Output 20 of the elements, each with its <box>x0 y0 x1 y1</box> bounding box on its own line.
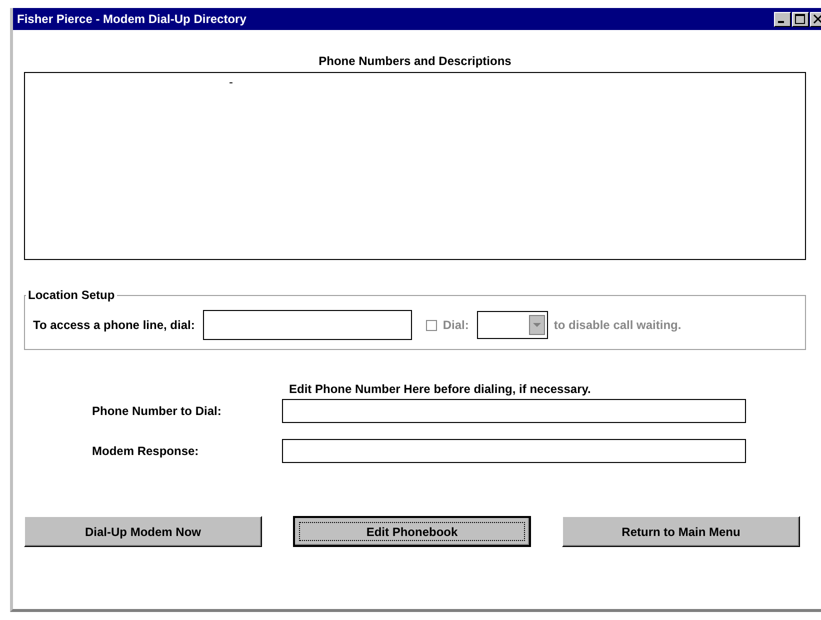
list-item[interactable]: - <box>25 75 805 89</box>
list-heading: Phone Numbers and Descriptions <box>318 54 512 70</box>
push-button[interactable]: Edit Phonebook <box>293 516 531 547</box>
input-field[interactable] <box>282 399 746 423</box>
push-button[interactable]: Return to Main Menu <box>562 516 800 547</box>
push-button[interactable]: Dial-Up Modem Now <box>24 516 262 547</box>
input-field[interactable] <box>282 439 746 463</box>
dial-label: Dial: <box>442 318 469 332</box>
access-label: To access a phone line, dial: <box>33 318 195 332</box>
field-label: Modem Response: <box>92 444 200 458</box>
window-title: Fisher Pierce - Modem Dial-Up Directory <box>17 12 246 26</box>
maximize-icon[interactable] <box>792 12 809 26</box>
group-legend: Location Setup <box>26 288 117 302</box>
field-label: Phone Number to Dial: <box>92 404 222 418</box>
call-waiting-dropdown[interactable] <box>476 311 548 339</box>
call-waiting-label: to disable call waiting. <box>554 318 682 332</box>
edit-hint: Edit Phone Number Here before dialing, if necessary. <box>289 382 592 398</box>
phone-list[interactable]: - <box>24 72 806 260</box>
minimize-icon[interactable] <box>774 12 791 26</box>
access-number-field[interactable] <box>202 310 412 340</box>
